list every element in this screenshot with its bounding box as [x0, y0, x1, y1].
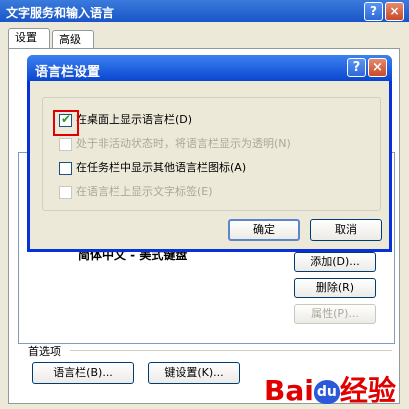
window-titlebar: 文字服务和输入语言 ? ×: [0, 0, 409, 22]
add-button[interactable]: 添加(D)...: [294, 252, 376, 272]
option-label: 在桌面上显示语言栏(D): [76, 113, 193, 126]
checkbox[interactable]: [59, 138, 72, 151]
watermark-text-a: Bai: [264, 374, 314, 407]
watermark-text-c: 经验: [339, 374, 396, 407]
dialog-help-button[interactable]: ?: [347, 58, 366, 77]
language-bar-button[interactable]: 语言栏(B)...: [32, 362, 134, 384]
preferences-divider: [70, 350, 392, 351]
remove-button[interactable]: 删除(R): [294, 278, 376, 298]
checkbox[interactable]: [59, 186, 72, 199]
close-button[interactable]: ×: [385, 2, 404, 21]
key-settings-button[interactable]: 键设置(K)...: [148, 362, 240, 384]
ok-button[interactable]: 确定: [228, 219, 300, 241]
help-button[interactable]: ?: [364, 2, 383, 21]
language-bar-settings-dialog: 语言栏设置 ? × ✔ 在桌面上显示语言栏(D) 处于非活动状态时，将语言栏显示…: [27, 55, 392, 252]
properties-button[interactable]: 属性(P)...: [294, 304, 376, 324]
option-label: 在任务栏中显示其他语言栏图标(A): [76, 161, 247, 174]
checkbox[interactable]: [59, 162, 72, 175]
option-label: 在语言栏上显示文字标签(E): [76, 185, 213, 198]
dialog-title: 语言栏设置: [35, 65, 101, 80]
tab-advanced[interactable]: 高级: [52, 30, 94, 49]
option-label: 处于非活动状态时，将语言栏显示为透明(N): [76, 137, 291, 150]
baidu-watermark: Bai du 经验: [264, 369, 396, 409]
window-title: 文字服务和输入语言: [6, 6, 115, 20]
dialog-titlebar: 语言栏设置 ? ×: [27, 55, 392, 81]
tab-settings[interactable]: 设置: [8, 28, 50, 50]
preferences-label: 首选项: [28, 345, 61, 358]
dialog-close-button[interactable]: ×: [368, 58, 387, 77]
cancel-button[interactable]: 取消: [310, 219, 382, 241]
paw-logo-icon: du: [313, 380, 340, 404]
highlight-box: [53, 110, 79, 136]
